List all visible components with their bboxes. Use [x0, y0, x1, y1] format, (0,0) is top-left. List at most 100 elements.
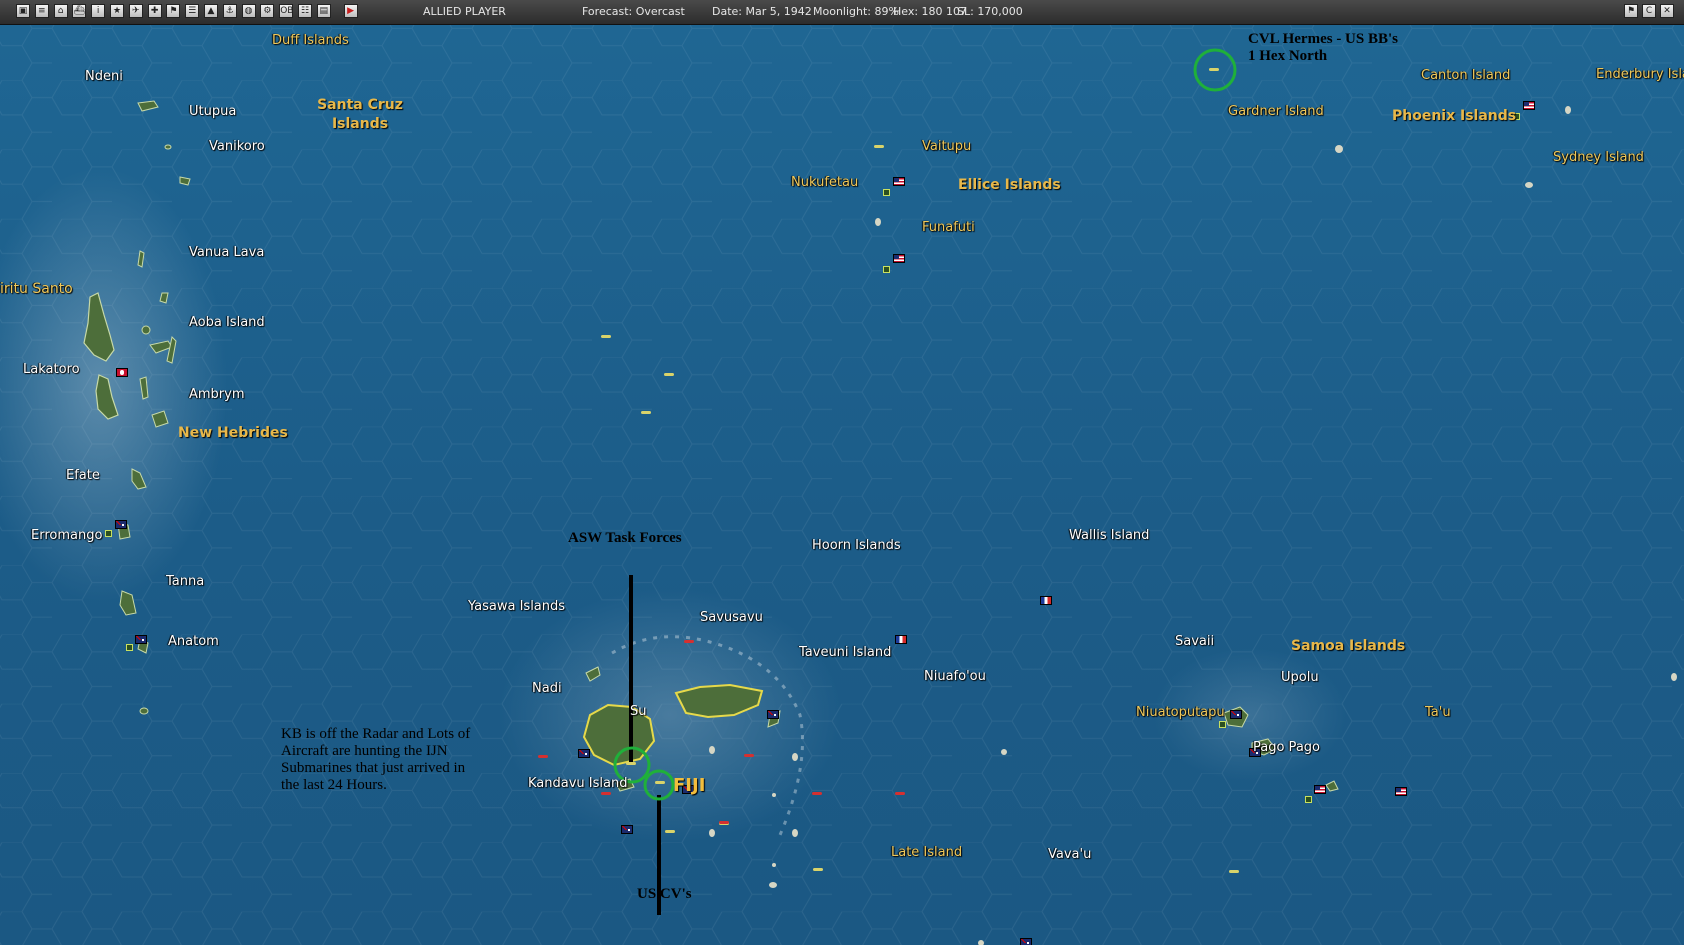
- place-label[interactable]: Nadi: [532, 681, 562, 696]
- main-toolbar: ▣ ≡ ⌂ ⛴ i ★ ✈ ✚ ⚑ ☰ ▲ ⚓ ◍ ⚙ OB ☷ ▤ ▶ ALLIED PLAYER Foreca…: [0, 0, 1684, 25]
- task-force-icon[interactable]: [874, 145, 884, 148]
- submarine-contact-icon[interactable]: [744, 754, 754, 757]
- base-marker-icon[interactable]: [1305, 796, 1312, 803]
- place-label[interactable]: Erromango: [31, 528, 102, 543]
- task-force-icon[interactable]: [813, 868, 823, 871]
- place-label[interactable]: Ta'u: [1425, 705, 1451, 720]
- place-label[interactable]: Enderbury Isla: [1596, 67, 1684, 82]
- australian-flag-icon[interactable]: [767, 710, 779, 719]
- submarine-contact-icon[interactable]: [601, 792, 611, 795]
- place-label[interactable]: iritu Santo: [0, 281, 73, 297]
- base-marker-icon[interactable]: [105, 530, 112, 537]
- base-icon[interactable]: ⌂: [53, 4, 68, 18]
- place-label[interactable]: Su: [630, 704, 647, 719]
- place-label[interactable]: Tanna: [166, 574, 204, 589]
- place-label[interactable]: Ndeni: [85, 69, 123, 84]
- hex-label: Hex: 180 107: [893, 5, 968, 18]
- us-flag-icon[interactable]: [1395, 787, 1407, 796]
- australian-flag-icon[interactable]: [1230, 710, 1242, 719]
- plane-icon[interactable]: ✚: [147, 4, 162, 18]
- australian-flag-icon[interactable]: [135, 635, 147, 644]
- place-label[interactable]: Duff Islands: [272, 33, 349, 48]
- place-label[interactable]: Gardner Island: [1228, 104, 1324, 119]
- place-label[interactable]: Hoorn Islands: [812, 538, 901, 553]
- place-label[interactable]: Vanua Lava: [189, 245, 264, 260]
- place-label[interactable]: Vava'u: [1048, 847, 1091, 862]
- place-label[interactable]: Anatom: [168, 634, 219, 649]
- us-cv-task-force-icon[interactable]: [655, 781, 665, 784]
- us-flag-icon[interactable]: [1523, 101, 1535, 110]
- place-label[interactable]: Vaitupu: [922, 139, 971, 154]
- place-label[interactable]: Taveuni Island: [799, 645, 891, 660]
- place-label[interactable]: Niuatoputapu: [1136, 705, 1225, 720]
- vanua-lava-island-shape: [159, 292, 169, 304]
- info-icon[interactable]: i: [91, 4, 106, 18]
- place-label[interactable]: Yasawa Islands: [468, 599, 565, 614]
- place-label[interactable]: Late Island: [891, 845, 962, 860]
- task-force-icon[interactable]: [601, 335, 611, 338]
- flag-icon[interactable]: ⚑: [1624, 4, 1638, 18]
- place-label[interactable]: Efate: [66, 468, 100, 483]
- place-label[interactable]: Canton Island: [1421, 68, 1510, 83]
- us-flag-icon[interactable]: [1314, 785, 1326, 794]
- ob-icon[interactable]: OB: [279, 4, 293, 18]
- ship-icon[interactable]: ⛴: [72, 4, 87, 18]
- base-marker-icon[interactable]: [126, 644, 133, 651]
- c-icon[interactable]: C: [1642, 4, 1656, 18]
- us-flag-icon[interactable]: [893, 177, 905, 186]
- place-label[interactable]: Pago Pago: [1253, 740, 1320, 755]
- place-label[interactable]: Wallis Island: [1069, 528, 1149, 543]
- australian-flag-icon[interactable]: [621, 825, 633, 834]
- air-icon[interactable]: ✈: [128, 4, 143, 18]
- report-icon[interactable]: ▣: [16, 4, 30, 18]
- submarine-contact-icon[interactable]: [684, 640, 694, 643]
- game-map[interactable]: Duff Islands Ndeni Utupua Vanikoro Vanua…: [0, 25, 1684, 945]
- group-icon[interactable]: ☰: [185, 4, 200, 18]
- place-label[interactable]: Kandavu Island: [528, 776, 627, 791]
- close-icon[interactable]: ✕: [1660, 4, 1674, 18]
- place-label[interactable]: Sydney Island: [1553, 150, 1644, 165]
- flag-icon[interactable]: ⚑: [166, 4, 181, 18]
- place-label[interactable]: Lakatoro: [23, 362, 80, 377]
- japanese-flag-icon[interactable]: [116, 368, 128, 377]
- us-flag-icon[interactable]: [893, 254, 905, 263]
- place-label[interactable]: Upolu: [1281, 670, 1319, 685]
- submarine-contact-icon[interactable]: [812, 792, 822, 795]
- end-turn-icon[interactable]: ▶: [343, 4, 358, 18]
- place-label[interactable]: Aoba Island: [189, 315, 265, 330]
- australian-flag-icon[interactable]: [1020, 938, 1032, 945]
- submarine-contact-icon[interactable]: [538, 755, 548, 758]
- place-label[interactable]: Ambrym: [189, 387, 245, 402]
- list-icon[interactable]: ≡: [34, 4, 49, 18]
- menu-icon[interactable]: ☷: [298, 4, 312, 18]
- australian-flag-icon[interactable]: [578, 749, 590, 758]
- settings-icon[interactable]: ⚙: [260, 4, 275, 18]
- base-marker-icon[interactable]: [1219, 721, 1226, 728]
- place-label[interactable]: Savusavu: [700, 610, 763, 625]
- task-force-icon[interactable]: [1229, 870, 1239, 873]
- place-label[interactable]: Savaii: [1175, 634, 1214, 649]
- place-label[interactable]: Nukufetau: [791, 175, 858, 190]
- base-marker-icon[interactable]: [883, 266, 890, 273]
- australian-flag-icon[interactable]: [115, 520, 127, 529]
- submarine-contact-icon[interactable]: [895, 792, 905, 795]
- task-force-icon[interactable]: [641, 411, 651, 414]
- place-label[interactable]: Funafuti: [922, 220, 975, 235]
- place-label[interactable]: Utupua: [189, 104, 236, 119]
- asw-task-force-icon[interactable]: [626, 762, 636, 765]
- task-force-icon[interactable]: [665, 830, 675, 833]
- place-label[interactable]: Vanikoro: [209, 139, 265, 154]
- star-icon[interactable]: ★: [110, 4, 124, 18]
- save-icon[interactable]: ▤: [316, 4, 331, 18]
- base-marker-icon[interactable]: [883, 189, 890, 196]
- harbor-icon[interactable]: ⚓: [222, 4, 237, 18]
- french-flag-icon[interactable]: [1040, 596, 1052, 605]
- group-label-santa-cruz: Santa Cruz Islands: [317, 97, 403, 132]
- submarine-contact-icon[interactable]: [719, 821, 729, 824]
- french-flag-icon[interactable]: [895, 635, 907, 644]
- place-label[interactable]: Niuafo'ou: [924, 669, 986, 684]
- globe-icon[interactable]: ◍: [241, 4, 256, 18]
- hermes-task-force-icon[interactable]: [1209, 68, 1219, 71]
- land-icon[interactable]: ▲: [204, 4, 218, 18]
- task-force-icon[interactable]: [664, 373, 674, 376]
